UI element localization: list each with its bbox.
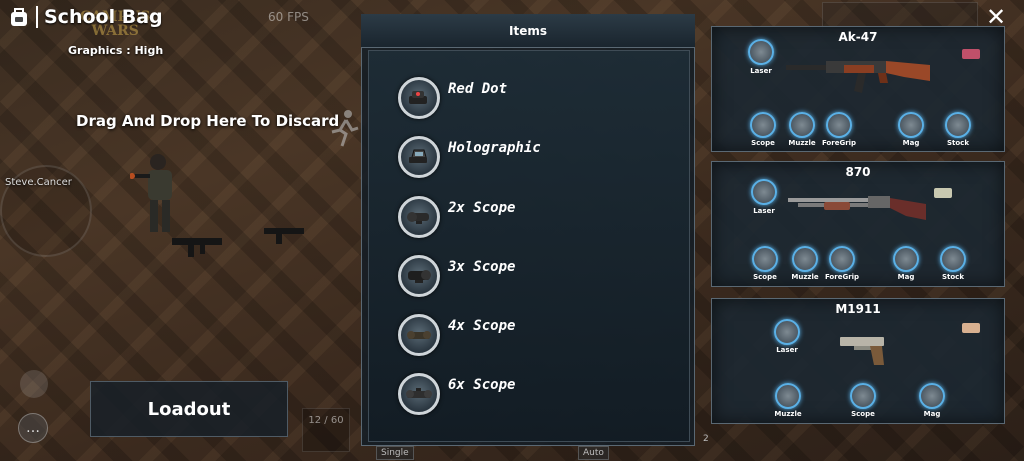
6x-scope-icon [398, 373, 440, 415]
item-label: 4x Scope [448, 318, 516, 334]
weapon-card-870[interactable]: 870 Laser Scope Muzzle ForeGrip Mag Stoc… [711, 161, 1005, 287]
discard-drop-zone-label: Drag And Drop Here To Discard [76, 112, 340, 130]
pistol-weapon-image [840, 337, 884, 365]
2x-scope-icon [398, 196, 440, 238]
item-label: 2x Scope [448, 200, 516, 216]
3x-scope-icon [398, 255, 440, 297]
weapon-card-ak47[interactable]: Ak-47 Laser Scope Muzzle ForeGrip Mag St… [711, 26, 1005, 152]
slot-label: Stock [941, 273, 964, 281]
4x-scope-icon [398, 314, 440, 356]
fps-counter: 60 FPS [268, 10, 309, 24]
weapon-card-m1911[interactable]: M1911 Laser Muzzle Scope Mag [711, 298, 1005, 424]
stock-slot[interactable] [945, 112, 971, 138]
laser-slot[interactable] [774, 319, 800, 345]
scope-slot[interactable] [752, 246, 778, 272]
ammo-counter: 12 / 60 [302, 408, 350, 452]
list-item[interactable]: 4x Scope [398, 314, 515, 356]
slot-number: 2 [703, 434, 709, 444]
item-label: Red Dot [448, 81, 508, 97]
header-bar: School Bag [8, 4, 163, 30]
teammate-icon [20, 370, 48, 398]
holographic-sight-icon [398, 136, 440, 178]
red-dot-sight-icon [398, 77, 440, 119]
stock-slot[interactable] [940, 246, 966, 272]
slot-label: Scope [851, 410, 875, 418]
slot-label: Stock [946, 139, 969, 147]
foregrip-slot[interactable] [826, 112, 852, 138]
ak47-weapon-image [786, 61, 930, 93]
slot-label: Laser [750, 67, 772, 75]
slot-label: Laser [776, 346, 798, 354]
shotgun-weapon-image [788, 196, 926, 220]
mag-slot[interactable] [898, 112, 924, 138]
fire-mode-single[interactable]: Single [376, 446, 414, 460]
slot-label: ForeGrip [821, 139, 857, 147]
weapon-name: 870 [845, 165, 871, 179]
slot-label: Laser [753, 207, 775, 215]
mag-slot[interactable] [919, 383, 945, 409]
school-bag-icon [11, 8, 27, 26]
dropped-gun[interactable] [262, 220, 310, 244]
item-label: 3x Scope [448, 259, 516, 275]
list-item[interactable]: 3x Scope [398, 255, 515, 297]
slot-label: ForeGrip [824, 273, 860, 281]
item-label: 6x Scope [448, 377, 516, 393]
muzzle-slot[interactable] [792, 246, 818, 272]
header-divider [36, 6, 38, 28]
player-character [130, 154, 172, 232]
graphics-setting: Graphics : High [68, 44, 164, 57]
scope-slot[interactable] [750, 112, 776, 138]
page-title: School Bag [44, 6, 163, 28]
loadout-button[interactable]: Loadout [90, 381, 288, 437]
870-ammo-icon [934, 188, 952, 198]
slot-label: Mag [902, 139, 920, 147]
slot-label: Muzzle [774, 410, 802, 418]
ak47-ammo-icon [962, 49, 980, 59]
mag-slot[interactable] [893, 246, 919, 272]
scope-slot[interactable] [850, 383, 876, 409]
player-name-tag: Steve.Cancer [5, 177, 72, 188]
list-item[interactable]: 2x Scope [398, 196, 515, 238]
list-item[interactable]: 6x Scope [398, 373, 515, 415]
fire-mode-auto[interactable]: Auto [578, 446, 609, 460]
items-panel-title: Items [361, 14, 695, 48]
muzzle-slot[interactable] [775, 383, 801, 409]
slot-label: Mag [923, 410, 941, 418]
item-label: Holographic [448, 140, 541, 156]
dropped-rifle[interactable] [170, 228, 230, 258]
foregrip-slot[interactable] [829, 246, 855, 272]
list-item[interactable]: Holographic [398, 136, 541, 178]
weapon-name: M1911 [835, 302, 881, 316]
muzzle-slot[interactable] [789, 112, 815, 138]
m1911-ammo-icon [962, 323, 980, 333]
laser-slot[interactable] [751, 179, 777, 205]
laser-slot[interactable] [748, 39, 774, 65]
chat-icon[interactable]: … [18, 413, 48, 443]
slot-label: Mag [897, 273, 915, 281]
list-item[interactable]: Red Dot [398, 77, 507, 119]
